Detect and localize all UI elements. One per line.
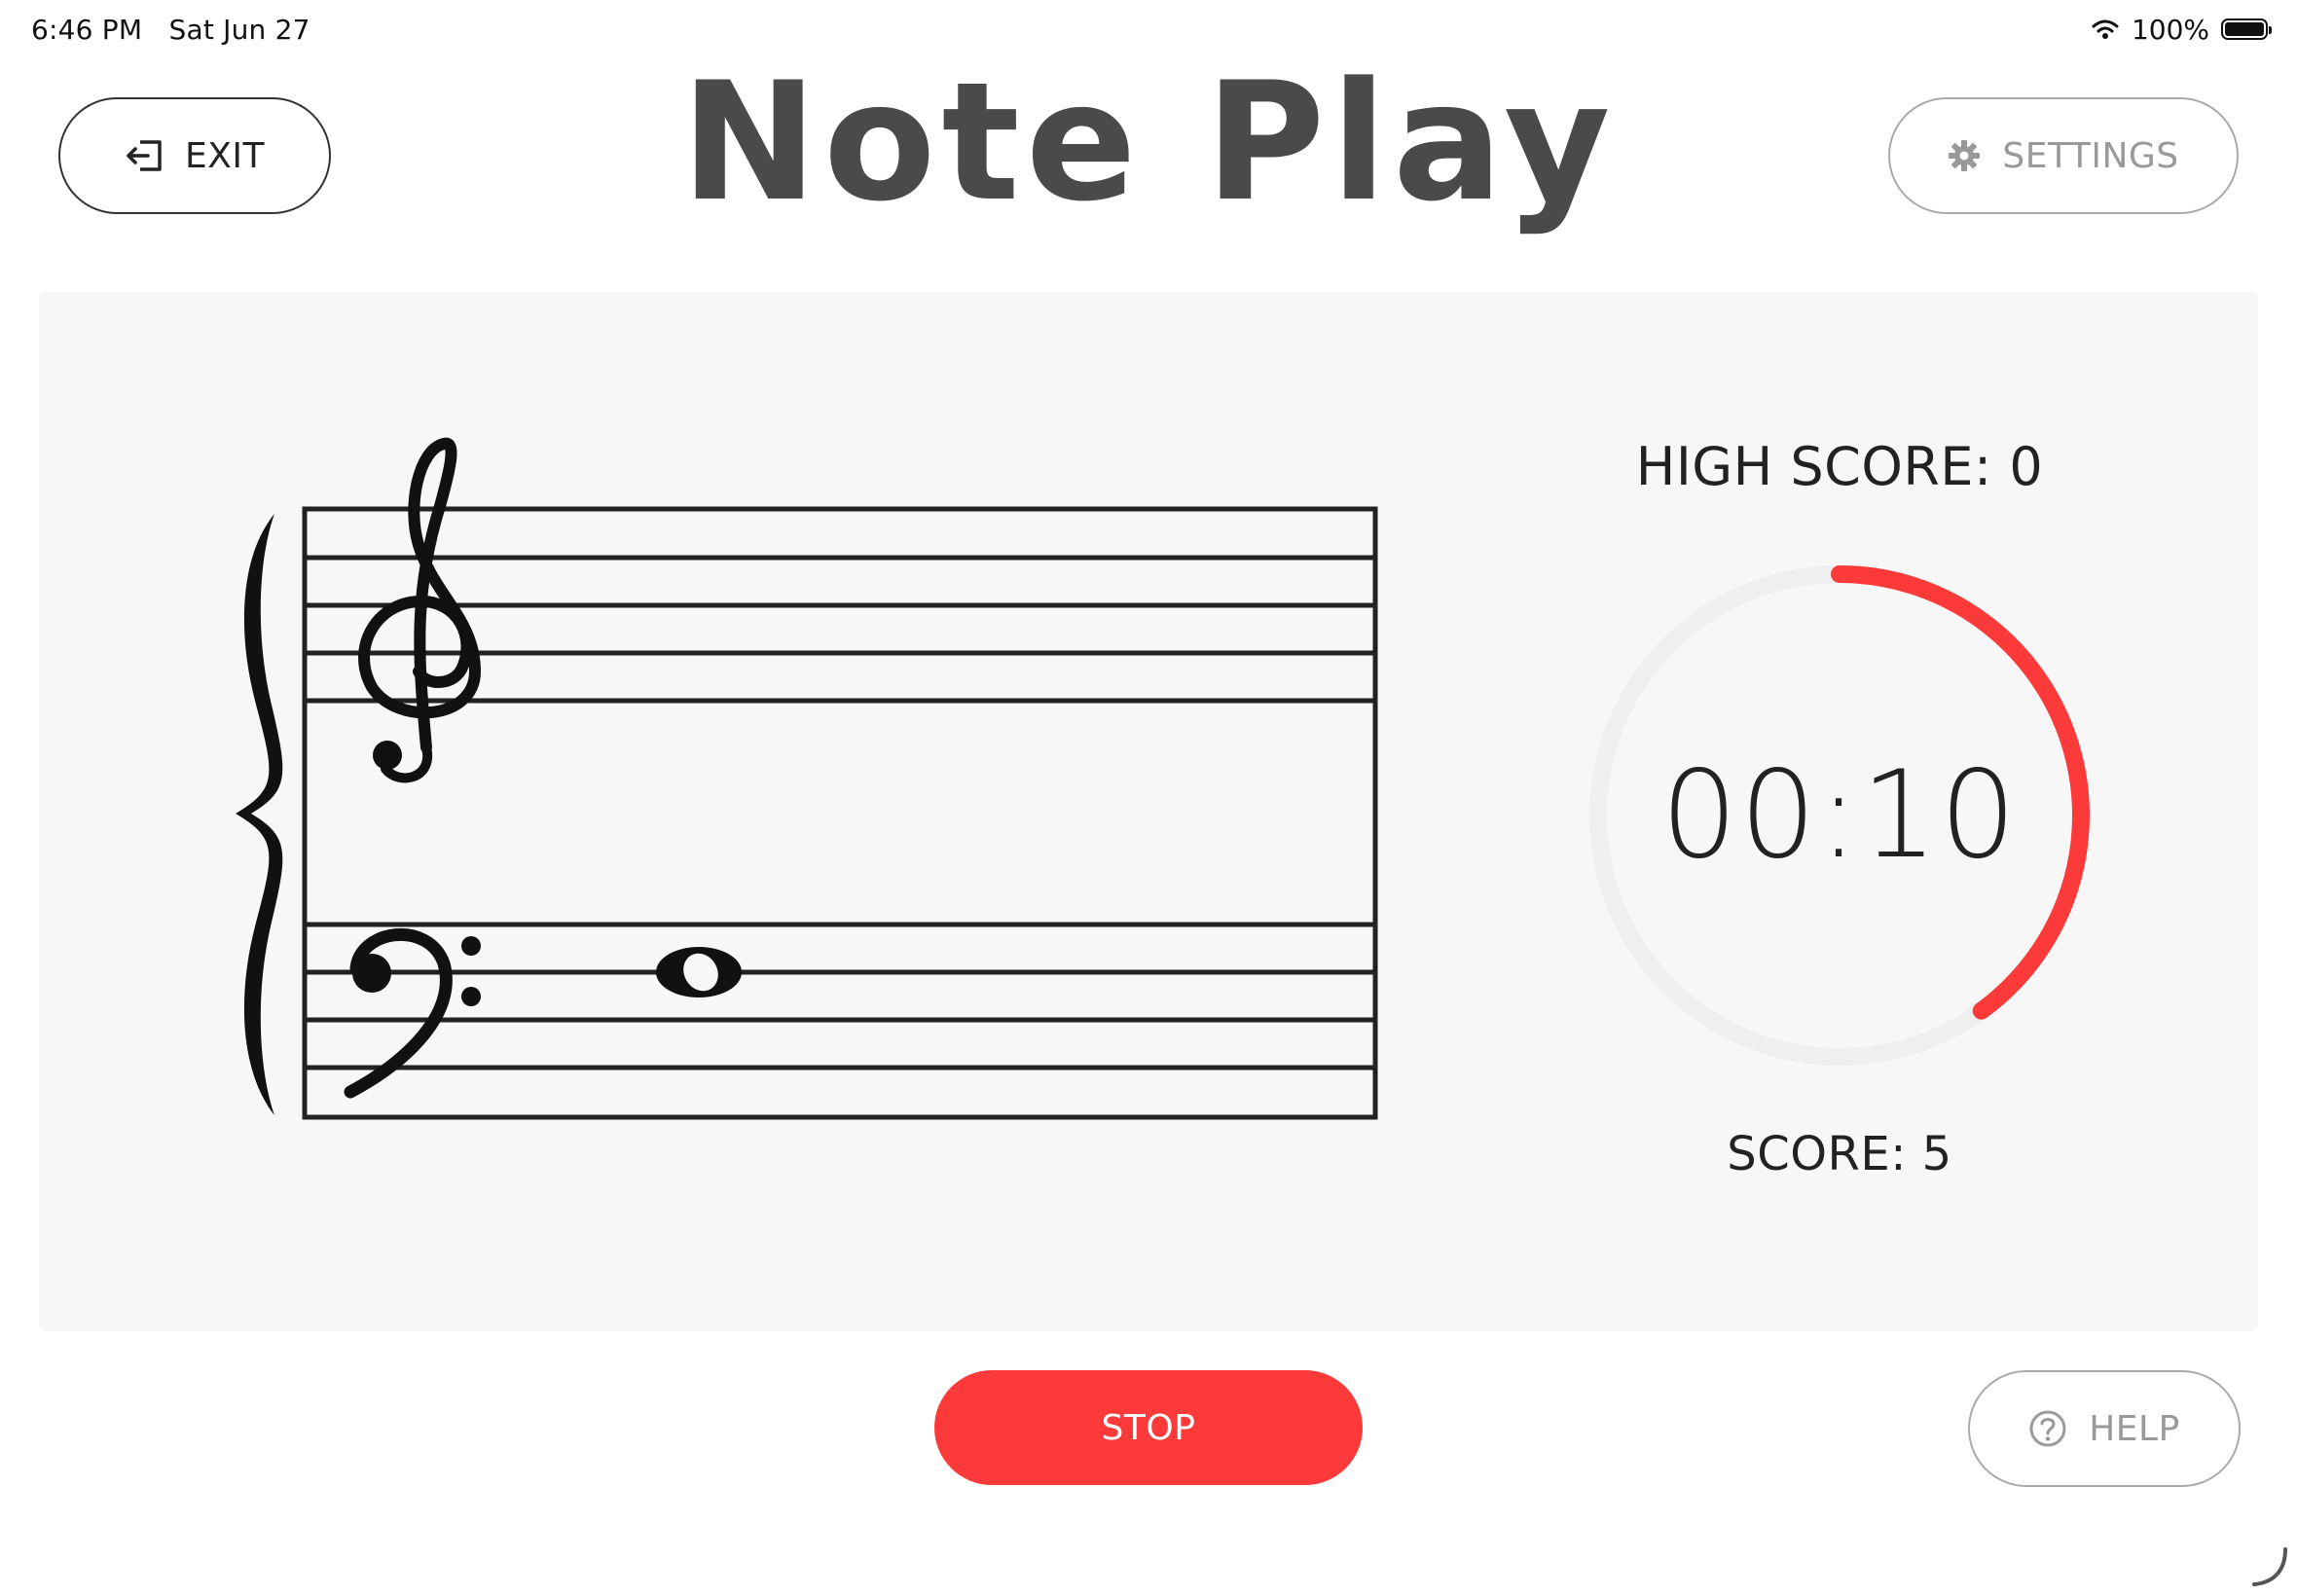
score-label: SCORE: 5	[1727, 1127, 1952, 1181]
staff-frame	[302, 506, 1378, 1120]
resize-corner-indicator	[2252, 1547, 2287, 1586]
help-label: HELP	[2089, 1408, 2180, 1449]
timer-value: 00:10	[1660, 745, 2019, 886]
app-screen: 6:46 PM Sat Jun 27 100% EXIT Note Play S…	[0, 0, 2297, 1596]
help-button[interactable]: HELP	[1968, 1370, 2241, 1487]
stop-label: STOP	[1101, 1407, 1196, 1448]
stop-button[interactable]: STOP	[934, 1370, 1363, 1485]
whole-note	[656, 947, 742, 998]
countdown-timer: 00:10	[1586, 562, 2093, 1069]
help-icon	[2029, 1410, 2066, 1447]
high-score-label: HIGH SCORE: 0	[1635, 436, 2044, 497]
staff-brace	[236, 514, 283, 1115]
treble-clef-icon	[358, 437, 482, 783]
